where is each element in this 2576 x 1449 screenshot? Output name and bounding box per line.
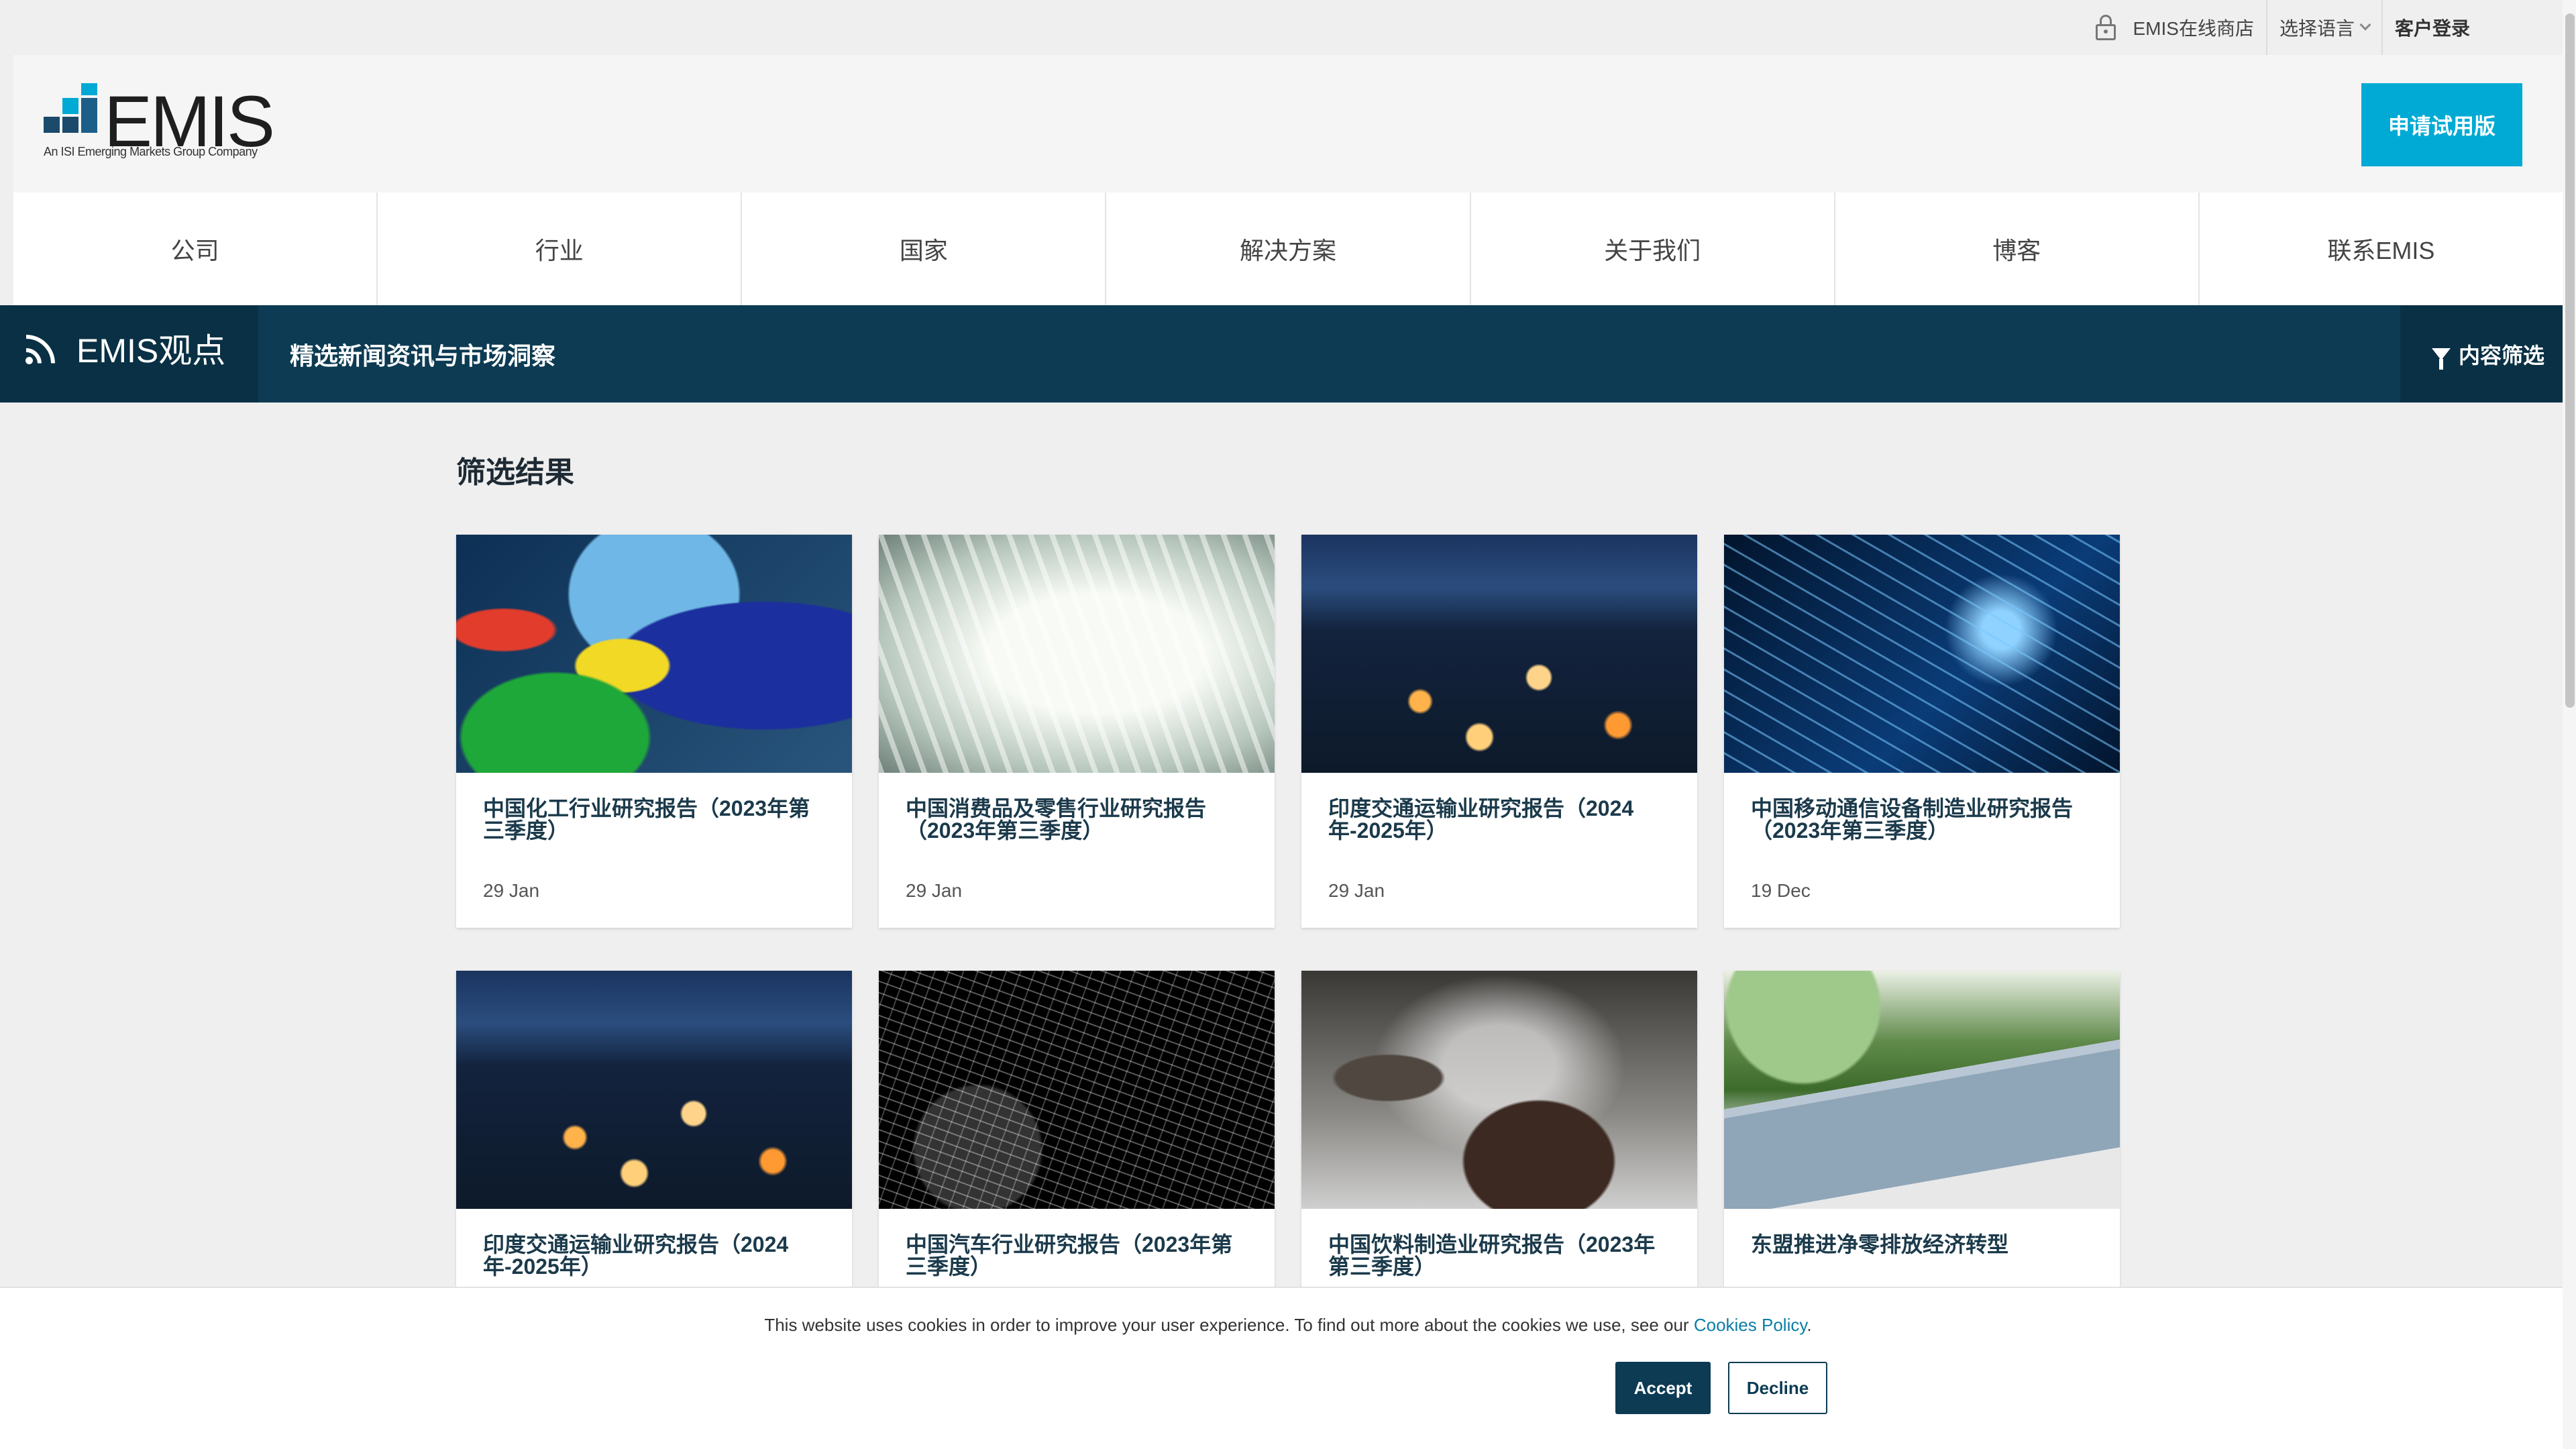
- nav-item-companies[interactable]: 公司: [13, 193, 378, 305]
- card-title: 中国饮料制造业研究报告（2023年第三季度）: [1328, 1232, 1656, 1279]
- logo-mark: [62, 98, 78, 114]
- language-label: 选择语言: [2279, 18, 2355, 39]
- logo-mark: [62, 117, 78, 133]
- shopping-bag-icon: [2095, 15, 2116, 40]
- insights-bar: EMIS观点 精选新闻资讯与市场洞察 内容筛选: [0, 305, 2576, 402]
- request-trial-button[interactable]: 申请试用版: [2361, 83, 2522, 166]
- report-card[interactable]: 印度交通运输业研究报告（2024年-2025年） 29 Jan: [1301, 535, 1697, 928]
- cookie-message: This website uses cookies in order to im…: [0, 1315, 2576, 1336]
- card-title: 印度交通运输业研究报告（2024年-2025年）: [1328, 796, 1634, 843]
- content-filter-label: 内容筛选: [2458, 343, 2544, 368]
- card-date: 29 Jan: [1328, 880, 1385, 901]
- card-date: 29 Jan: [483, 880, 540, 901]
- cookie-text: This website uses cookies in order to im…: [764, 1315, 1689, 1335]
- report-card[interactable]: 中国消费品及零售行业研究报告（2023年第三季度） 29 Jan: [879, 535, 1275, 928]
- report-card[interactable]: 中国化工行业研究报告（2023年第三季度） 29 Jan: [456, 535, 852, 928]
- emis-logo[interactable]: EMIS An ISI Emerging Markets Group Compa…: [44, 80, 275, 167]
- card-title: 印度交通运输业研究报告（2024年-2025年）: [483, 1232, 789, 1279]
- card-title: 中国汽车行业研究报告（2023年第三季度）: [906, 1232, 1233, 1279]
- decline-cookies-button[interactable]: Decline: [1728, 1362, 1827, 1414]
- insights-home-link[interactable]: EMIS观点: [0, 305, 258, 402]
- logo-mark: [81, 83, 97, 95]
- online-store-label: EMIS在线商店: [2133, 18, 2254, 39]
- filter-icon: [2431, 347, 2451, 370]
- nav-item-contact[interactable]: 联系EMIS: [2200, 193, 2563, 305]
- card-image-tea-cups-steam: [1301, 971, 1697, 1209]
- card-image-plastic-bottles: [456, 535, 852, 773]
- card-date: 19 Dec: [1751, 880, 1811, 901]
- top-utility-bar: EMIS在线商店 选择语言 客户登录: [13, 0, 2563, 55]
- card-image-car-wireframe: [879, 971, 1275, 1209]
- online-store-link[interactable]: EMIS在线商店: [2084, 0, 2266, 55]
- card-image-city-night-skyline: [456, 971, 852, 1209]
- scrollbar-thumb[interactable]: [2565, 13, 2575, 708]
- card-image-shopping-mall-atrium: [879, 535, 1275, 773]
- nav-item-blog[interactable]: 博客: [1835, 193, 2200, 305]
- card-image-fiber-optic-lights: [1724, 535, 2120, 773]
- main-nav: 公司 行业 国家 解决方案 关于我们 博客 联系EMIS: [13, 193, 2563, 305]
- card-image-city-night-skyline: [1301, 535, 1697, 773]
- rss-icon: [25, 334, 55, 364]
- nav-item-solutions[interactable]: 解决方案: [1106, 193, 1471, 305]
- logo-mark: [44, 117, 60, 133]
- nav-item-industries[interactable]: 行业: [378, 193, 743, 305]
- nav-item-about[interactable]: 关于我们: [1471, 193, 1835, 305]
- accept-cookies-button[interactable]: Accept: [1615, 1362, 1711, 1414]
- cookies-policy-link[interactable]: Cookies Policy: [1694, 1315, 1807, 1335]
- card-title: 中国消费品及零售行业研究报告（2023年第三季度）: [906, 796, 1207, 843]
- card-title: 中国移动通信设备制造业研究报告（2023年第三季度）: [1751, 796, 2074, 843]
- card-date: 29 Jan: [906, 880, 963, 901]
- report-card[interactable]: 中国移动通信设备制造业研究报告（2023年第三季度） 19 Dec: [1724, 535, 2120, 928]
- card-title: 东盟推进净零排放经济转型: [1751, 1232, 2009, 1256]
- cookie-period: .: [1807, 1315, 1812, 1335]
- card-image-solar-panels-forest: [1724, 971, 2120, 1209]
- top-utility-links: EMIS在线商店 选择语言 客户登录: [2084, 0, 2483, 55]
- insights-title: EMIS观点: [76, 331, 226, 370]
- logo-mark: [81, 98, 97, 133]
- language-select[interactable]: 选择语言: [2267, 0, 2381, 55]
- nav-item-countries[interactable]: 国家: [742, 193, 1107, 305]
- logo-subtitle: An ISI Emerging Markets Group Company: [44, 145, 258, 158]
- chevron-down-icon: [2359, 19, 2371, 31]
- cookie-banner: This website uses cookies in order to im…: [0, 1287, 2576, 1449]
- page-scrollbar[interactable]: [2563, 0, 2576, 1449]
- insights-subtitle: 精选新闻资讯与市场洞察: [290, 341, 556, 370]
- card-title: 中国化工行业研究报告（2023年第三季度）: [483, 796, 810, 843]
- results-heading: 筛选结果: [456, 456, 574, 489]
- site-header: EMIS An ISI Emerging Markets Group Compa…: [13, 55, 2563, 193]
- client-login-link[interactable]: 客户登录: [2383, 0, 2482, 55]
- content-filter-button[interactable]: 内容筛选: [2400, 305, 2576, 402]
